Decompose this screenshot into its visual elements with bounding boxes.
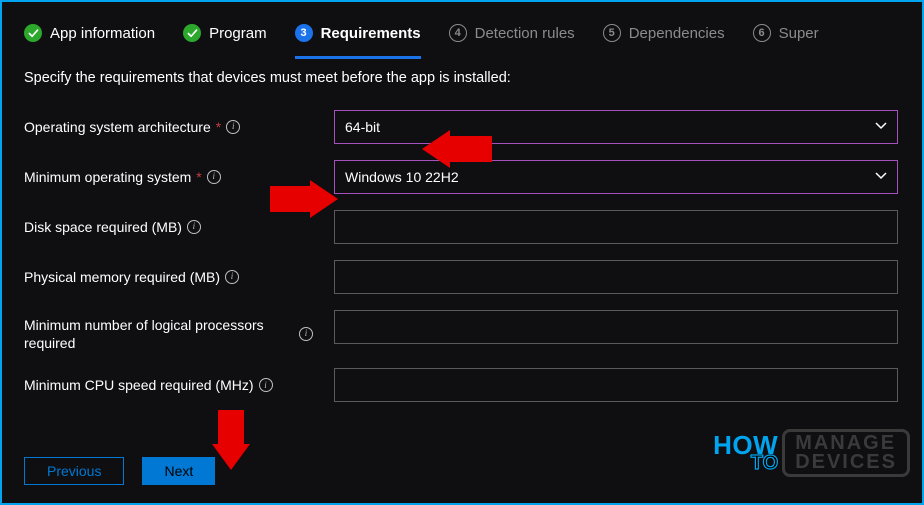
step-number-icon: 5 bbox=[603, 24, 621, 42]
step-label: Detection rules bbox=[475, 25, 575, 42]
step-requirements[interactable]: 3 Requirements bbox=[295, 24, 421, 59]
previous-button[interactable]: Previous bbox=[24, 457, 124, 485]
step-detection-rules[interactable]: 4 Detection rules bbox=[449, 24, 575, 42]
step-label: Program bbox=[209, 25, 267, 42]
chevron-down-icon bbox=[875, 169, 887, 185]
label-disk-space: Disk space required (MB) i bbox=[24, 218, 334, 236]
select-value: 64-bit bbox=[345, 119, 380, 135]
label-cpu-speed: Minimum CPU speed required (MHz) i bbox=[24, 376, 334, 394]
watermark-logo: HOW TO MANAGE DEVICES bbox=[713, 429, 910, 477]
select-minimum-os[interactable]: Windows 10 22H2 bbox=[334, 160, 898, 194]
input-cpu-speed[interactable] bbox=[334, 368, 898, 402]
step-number-icon: 4 bbox=[449, 24, 467, 42]
watermark-box: MANAGE DEVICES bbox=[782, 429, 910, 477]
label-physical-memory: Physical memory required (MB) i bbox=[24, 268, 334, 286]
annotation-arrow-icon bbox=[212, 410, 250, 470]
required-marker: * bbox=[196, 168, 201, 186]
row-physical-memory: Physical memory required (MB) i bbox=[24, 260, 922, 294]
info-icon[interactable]: i bbox=[299, 327, 313, 341]
wizard-step-nav: App information Program 3 Requirements 4… bbox=[24, 24, 922, 42]
row-logical-processors: Minimum number of logical processors req… bbox=[24, 310, 922, 352]
row-disk-space: Disk space required (MB) i bbox=[24, 210, 922, 244]
next-button[interactable]: Next bbox=[142, 457, 215, 485]
select-value: Windows 10 22H2 bbox=[345, 169, 459, 185]
info-icon[interactable]: i bbox=[226, 120, 240, 134]
annotation-arrow-icon bbox=[422, 130, 492, 168]
label-os-architecture: Operating system architecture * i bbox=[24, 118, 334, 136]
step-number-icon: 6 bbox=[753, 24, 771, 42]
info-icon[interactable]: i bbox=[259, 378, 273, 392]
info-icon[interactable]: i bbox=[225, 270, 239, 284]
select-os-architecture[interactable]: 64-bit bbox=[334, 110, 898, 144]
intro-text: Specify the requirements that devices mu… bbox=[24, 70, 922, 86]
check-icon bbox=[183, 24, 201, 42]
chevron-down-icon bbox=[875, 119, 887, 135]
wizard-footer: Previous Next bbox=[24, 457, 215, 485]
step-label: Super bbox=[779, 25, 819, 42]
label-logical-processors: Minimum number of logical processors req… bbox=[24, 310, 334, 352]
required-marker: * bbox=[216, 118, 221, 136]
input-logical-processors[interactable] bbox=[334, 310, 898, 344]
input-disk-space[interactable] bbox=[334, 210, 898, 244]
step-label: Dependencies bbox=[629, 25, 725, 42]
info-icon[interactable]: i bbox=[187, 220, 201, 234]
step-label: Requirements bbox=[321, 25, 421, 42]
step-supersedence[interactable]: 6 Super bbox=[753, 24, 819, 42]
step-app-information[interactable]: App information bbox=[24, 24, 155, 42]
info-icon[interactable]: i bbox=[207, 170, 221, 184]
input-physical-memory[interactable] bbox=[334, 260, 898, 294]
step-program[interactable]: Program bbox=[183, 24, 267, 42]
step-number-icon: 3 bbox=[295, 24, 313, 42]
step-label: App information bbox=[50, 25, 155, 42]
annotation-arrow-icon bbox=[270, 180, 338, 218]
check-icon bbox=[24, 24, 42, 42]
row-cpu-speed: Minimum CPU speed required (MHz) i bbox=[24, 368, 922, 402]
step-dependencies[interactable]: 5 Dependencies bbox=[603, 24, 725, 42]
